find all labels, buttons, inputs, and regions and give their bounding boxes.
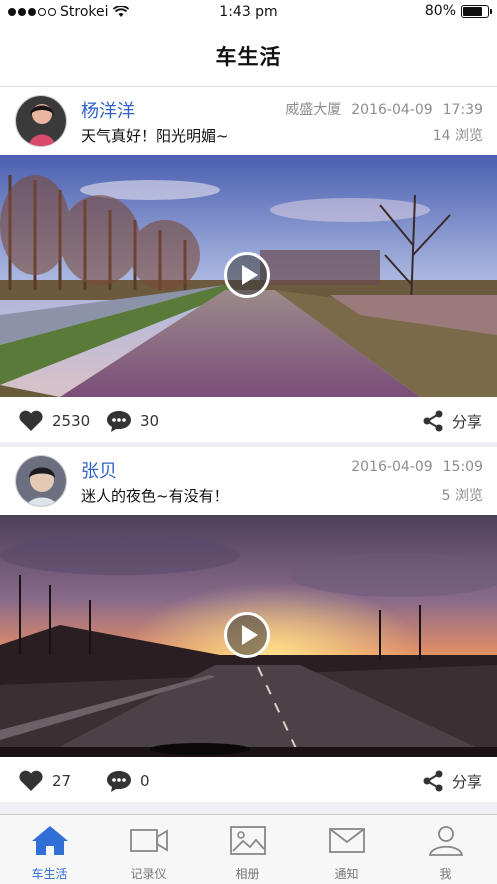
post-time: 17:39 — [442, 102, 483, 118]
share-button[interactable]: 分享 — [422, 770, 482, 792]
share-icon — [423, 410, 443, 432]
envelope-icon — [329, 828, 365, 853]
share-button[interactable]: 分享 — [422, 410, 482, 432]
play-button[interactable] — [224, 612, 270, 658]
avatar[interactable] — [15, 455, 67, 507]
home-icon — [32, 826, 68, 855]
tab-label: 我 — [439, 867, 452, 881]
avatar[interactable] — [15, 95, 67, 147]
status-time: 1:43 pm — [219, 4, 278, 20]
post-actions: 2530 30 分享 — [0, 397, 497, 442]
tab-label: 通知 — [334, 867, 359, 881]
tab-label: 记录仪 — [130, 867, 167, 881]
video-camera-icon — [130, 829, 168, 852]
post-header: 杨洋洋 天气真好！阳光明媚~ 威盛大厦 2016-04-09 17:39 14 浏览 — [0, 87, 497, 155]
post-date: 2016-04-09 — [351, 459, 433, 475]
photo-album-icon — [230, 826, 266, 855]
like-count: 27 — [52, 772, 72, 790]
post-header: 张贝 迷人的夜色~有没有！ 2016-04-09 15:09 5 浏览 — [0, 447, 497, 515]
nav-bar: 车生活 — [0, 26, 497, 87]
comment-icon — [107, 411, 131, 432]
post-meta: 威盛大厦 2016-04-09 17:39 — [275, 99, 483, 119]
tab-bar: 车生活 记录仪 相册 通知 我 — [0, 814, 497, 884]
tab-car-life[interactable]: 车生活 — [0, 815, 99, 884]
post-card[interactable]: 杨洋洋 天气真好！阳光明媚~ 威盛大厦 2016-04-09 17:39 14 浏览 — [0, 87, 497, 442]
username[interactable]: 张贝 — [81, 457, 117, 483]
post-location: 威盛大厦 — [285, 102, 342, 118]
play-button[interactable] — [224, 252, 270, 298]
post-time: 15:09 — [442, 459, 483, 475]
like-button[interactable]: 27 — [18, 770, 71, 792]
post-card[interactable]: 张贝 迷人的夜色~有没有！ 2016-04-09 15:09 5 浏览 27 0… — [0, 447, 497, 802]
video-thumbnail[interactable] — [0, 515, 497, 757]
heart-icon — [19, 770, 43, 791]
tab-label: 相册 — [235, 867, 260, 881]
comment-button[interactable]: 30 — [106, 410, 159, 432]
battery-icon — [461, 4, 492, 18]
tab-album[interactable]: 相册 — [198, 815, 297, 884]
comment-icon — [107, 771, 131, 792]
post-date: 2016-04-09 — [351, 102, 433, 118]
comment-count: 30 — [140, 412, 160, 430]
status-right: 80% — [424, 3, 492, 19]
tab-notifications[interactable]: 通知 — [297, 815, 396, 884]
username[interactable]: 杨洋洋 — [81, 97, 135, 123]
post-actions: 27 0 分享 — [0, 757, 497, 802]
post-caption: 天气真好！阳光明媚~ — [81, 127, 229, 145]
video-thumbnail[interactable] — [0, 155, 497, 397]
status-bar: Strokei 1:43 pm 80% — [0, 0, 497, 26]
page-title: 车生活 — [215, 45, 282, 69]
post-meta: 2016-04-09 15:09 — [341, 459, 483, 475]
comment-count: 0 — [140, 772, 150, 790]
share-label: 分享 — [451, 772, 482, 791]
tab-recorder[interactable]: 记录仪 — [99, 815, 198, 884]
view-count: 14 浏览 — [432, 128, 483, 144]
user-icon — [428, 826, 464, 856]
tab-me[interactable]: 我 — [396, 815, 495, 884]
share-icon — [423, 770, 443, 792]
post-caption: 迷人的夜色~有没有！ — [81, 487, 229, 505]
view-count: 5 浏览 — [441, 488, 483, 504]
battery-percent: 80% — [424, 3, 456, 19]
comment-button[interactable]: 0 — [106, 770, 150, 792]
like-button[interactable]: 2530 — [18, 410, 90, 432]
heart-icon — [19, 410, 43, 431]
like-count: 2530 — [52, 412, 91, 430]
tab-label: 车生活 — [31, 867, 68, 881]
share-label: 分享 — [451, 412, 482, 431]
